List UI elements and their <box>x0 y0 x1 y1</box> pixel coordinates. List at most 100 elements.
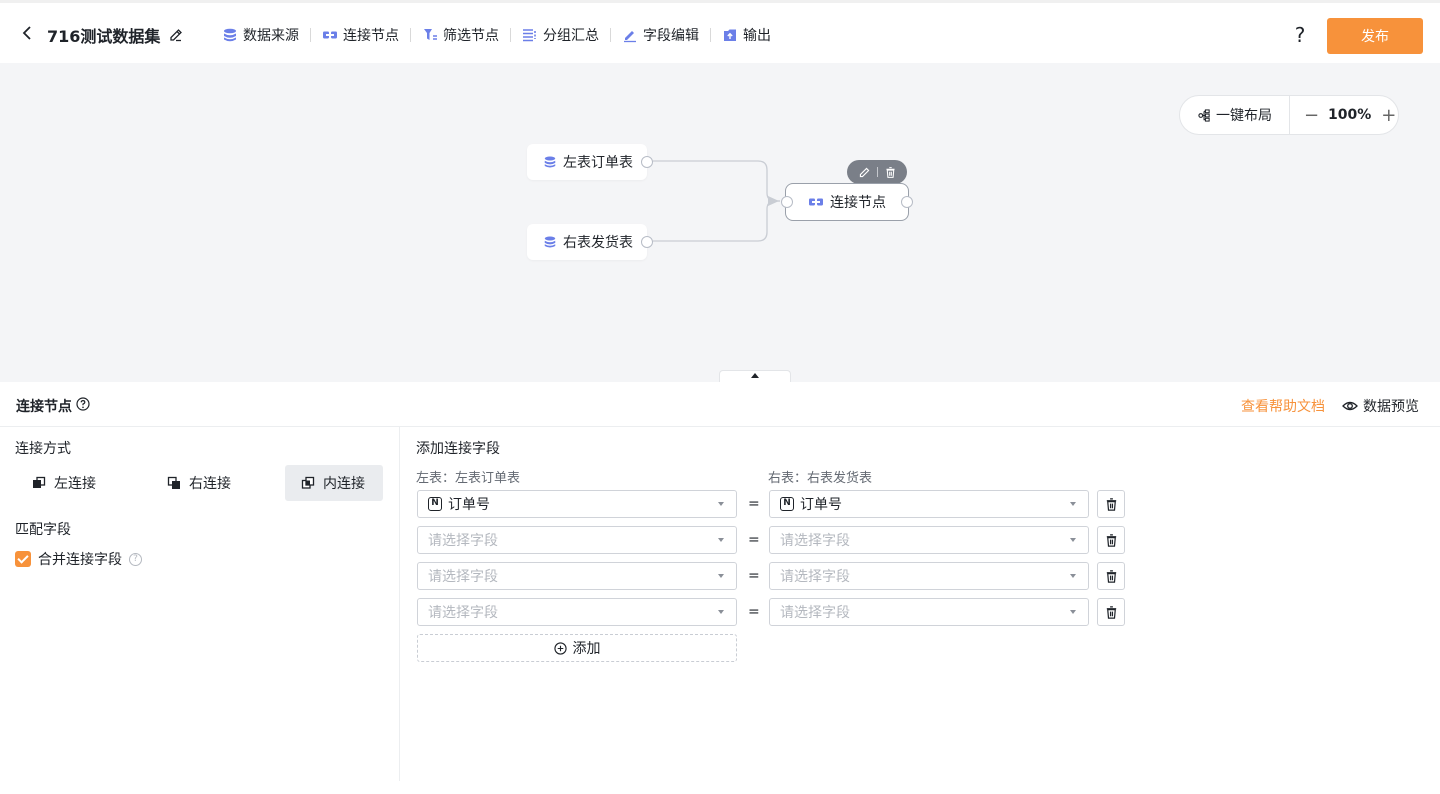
select-placeholder: 请选择字段 <box>428 533 498 549</box>
left-field-select[interactable]: 请选择字段 <box>417 526 737 554</box>
select-placeholder: 请选择字段 <box>428 569 498 585</box>
equals-sign: = <box>748 532 760 548</box>
join-fields-pane: 添加连接字段 左表：左表订单表 右表：右表发货表 N 订单号 = N 订单号 请… <box>400 427 1440 781</box>
chevron-down-icon <box>1070 610 1076 614</box>
plus-circle-icon <box>553 641 567 655</box>
panel-title: 连接节点 <box>16 399 72 415</box>
node-output-port[interactable] <box>641 156 653 168</box>
tool-join-node[interactable]: 连接节点 <box>320 25 401 45</box>
right-field-select[interactable]: 请选择字段 <box>769 526 1089 554</box>
toolbar-divider <box>310 28 311 42</box>
right-field-select[interactable]: N 订单号 <box>769 490 1089 518</box>
join-icon <box>323 31 337 39</box>
merge-join-fields-option[interactable]: 合并连接字段 ? <box>15 549 142 569</box>
toolbar-divider <box>410 28 411 42</box>
question-circle-icon[interactable]: ? <box>129 552 142 566</box>
node-label: 连接节点 <box>830 195 886 211</box>
filter-icon <box>424 29 437 40</box>
right-field-select[interactable]: 请选择字段 <box>769 562 1089 590</box>
tree-layout-icon <box>1198 108 1210 122</box>
tool-label: 输出 <box>743 28 771 44</box>
edit-node-icon[interactable] <box>858 166 871 179</box>
tool-group-summary[interactable]: 分组汇总 <box>520 25 601 45</box>
node-left-table[interactable]: 左表订单表 <box>527 144 647 180</box>
zoom-control: − 100% + <box>1290 105 1396 126</box>
edge-right-to-join <box>653 200 780 242</box>
preview-label: 数据预览 <box>1363 399 1419 415</box>
collapse-panel-toggle[interactable] <box>719 370 791 382</box>
tool-label: 数据来源 <box>243 28 299 44</box>
tool-data-source[interactable]: 数据来源 <box>220 25 301 45</box>
chevron-down-icon <box>718 538 724 542</box>
zoom-out-button[interactable]: − <box>1304 105 1319 126</box>
node-output-port[interactable] <box>641 236 653 248</box>
question-circle-icon[interactable] <box>76 397 90 411</box>
left-field-select[interactable]: N 订单号 <box>417 490 737 518</box>
join-type-label: 左连接 <box>54 476 96 492</box>
edit-title-icon[interactable] <box>168 27 184 43</box>
top-header: 716测试数据集 数据来源 连接节点 筛选节点 分组汇总 字段编辑 输出 ? 发… <box>0 0 1440 64</box>
tool-output[interactable]: 输出 <box>720 25 773 45</box>
chevron-down-icon <box>1070 502 1076 506</box>
help-doc-link[interactable]: 查看帮助文档 <box>1241 396 1325 416</box>
node-input-port[interactable] <box>781 196 793 208</box>
selected-field: 订单号 <box>448 497 490 513</box>
delete-row-button[interactable] <box>1097 598 1125 626</box>
zoom-in-button[interactable]: + <box>1381 105 1396 126</box>
pen-icon <box>624 31 636 43</box>
add-join-field-button[interactable]: 添加 <box>417 634 737 662</box>
join-type-left[interactable]: 左连接 <box>16 465 128 501</box>
right-field-select[interactable]: 请选择字段 <box>769 598 1089 626</box>
node-right-table[interactable]: 右表发货表 <box>527 224 647 260</box>
layout-zoom-control: 一键布局 − 100% + <box>1179 95 1399 135</box>
tool-label: 连接节点 <box>343 28 399 44</box>
tool-field-edit[interactable]: 字段编辑 <box>620 25 701 45</box>
publish-button[interactable]: 发布 <box>1327 18 1423 54</box>
chevron-down-icon <box>718 502 724 506</box>
tool-label: 字段编辑 <box>643 28 699 44</box>
auto-layout-button[interactable]: 一键布局 <box>1180 96 1290 134</box>
select-placeholder: 请选择字段 <box>780 533 850 549</box>
delete-row-button[interactable] <box>1097 526 1125 554</box>
help-icon[interactable]: ? <box>1290 23 1310 47</box>
node-action-bar <box>847 160 907 184</box>
group-icon <box>523 29 536 42</box>
node-join[interactable]: 连接节点 <box>785 183 909 221</box>
join-type-label: 内连接 <box>323 476 365 492</box>
number-field-icon: N <box>428 497 442 511</box>
node-label: 右表发货表 <box>563 235 633 251</box>
delete-node-icon[interactable] <box>884 166 897 179</box>
delete-row-button[interactable] <box>1097 562 1125 590</box>
trash-icon <box>1106 497 1116 511</box>
database-icon <box>224 28 236 42</box>
equals-sign: = <box>748 568 760 584</box>
inner-join-icon <box>301 476 315 489</box>
left-join-icon <box>33 476 46 488</box>
selected-field: 订单号 <box>800 497 842 513</box>
toolbar-divider <box>610 28 611 42</box>
left-field-select[interactable]: 请选择字段 <box>417 598 737 626</box>
chevron-down-icon <box>1070 538 1076 542</box>
select-placeholder: 请选择字段 <box>428 605 498 621</box>
left-field-select[interactable]: 请选择字段 <box>417 562 737 590</box>
equals-sign: = <box>748 604 760 620</box>
database-icon <box>544 236 556 248</box>
node-output-port[interactable] <box>901 196 913 208</box>
data-preview-button[interactable]: 数据预览 <box>1342 396 1419 416</box>
delete-row-button[interactable] <box>1097 490 1125 518</box>
node-toolbar: 数据来源 连接节点 筛选节点 分组汇总 字段编辑 输出 <box>220 24 773 46</box>
auto-layout-label: 一键布局 <box>1216 108 1272 124</box>
back-arrow-icon[interactable] <box>18 24 36 42</box>
toolbar-divider <box>710 28 711 42</box>
node-label: 左表订单表 <box>563 155 633 171</box>
zoom-level: 100% <box>1328 107 1372 123</box>
flow-canvas[interactable]: 左表订单表 右表发货表 连接节点 一键布局 − 100% + <box>0 63 1440 382</box>
join-type-inner[interactable]: 内连接 <box>285 465 383 501</box>
select-placeholder: 请选择字段 <box>780 605 850 621</box>
add-label: 添加 <box>572 641 601 657</box>
merge-checkbox[interactable] <box>15 551 31 567</box>
tool-label: 筛选节点 <box>443 28 499 44</box>
toolbar-divider <box>510 28 511 42</box>
tool-filter-node[interactable]: 筛选节点 <box>420 25 501 45</box>
join-type-right[interactable]: 右连接 <box>151 465 263 501</box>
